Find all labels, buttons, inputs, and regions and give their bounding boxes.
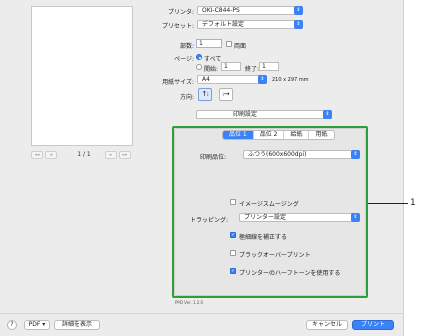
printer-select[interactable]: OKI-C844-PS ⇕ <box>197 6 303 15</box>
cancel-button[interactable]: キャンセル <box>306 320 348 330</box>
portrait-icon: ↑ᵢ <box>201 90 209 98</box>
preset-value: デフォルト設定 <box>202 21 245 28</box>
pages-range-radio[interactable] <box>196 64 202 70</box>
page-indicator: 1 / 1 <box>77 151 91 158</box>
pdf-menu-button[interactable]: PDF ▾ <box>24 320 50 330</box>
footer-divider <box>0 313 404 314</box>
preset-label: プリセット: <box>161 23 194 30</box>
pages-to-label: 終了: <box>245 66 260 73</box>
preview-pager: ◂◂ ◂ 1 / 1 ▸ ▸▸ <box>31 151 133 163</box>
callout-number: 1 <box>410 198 416 208</box>
pages-label: ページ: <box>174 56 194 63</box>
chevron-updown-icon: ⇕ <box>294 20 303 29</box>
next-page-button[interactable]: ▸ <box>105 151 117 159</box>
chevron-updown-icon: ⇕ <box>258 75 267 84</box>
print-dialog: ◂◂ ◂ 1 / 1 ▸ ▸▸ プリンタ: OKI-C844-PS ⇕ プリセッ… <box>0 0 404 336</box>
pages-from-field[interactable]: 1 <box>221 62 241 71</box>
pdf-label: PDF <box>28 321 41 328</box>
copies-label: 部数: <box>179 43 194 50</box>
first-page-button[interactable]: ◂◂ <box>31 151 43 159</box>
printer-label: プリンタ: <box>167 9 194 16</box>
paper-dimensions: 210 x 297 mm <box>272 77 309 83</box>
paper-size-label: 用紙サイズ: <box>162 79 194 86</box>
portrait-button[interactable]: ↑ᵢ <box>198 88 212 101</box>
landscape-button[interactable]: ᵢ→ <box>219 88 233 101</box>
section-select[interactable]: 印刷設定 ⇕ <box>196 110 332 119</box>
paper-size-select[interactable]: A4 ⇕ <box>197 75 267 84</box>
landscape-icon: ᵢ→ <box>222 90 230 98</box>
chevron-updown-icon: ⇕ <box>323 110 332 119</box>
pages-from-label: 開始: <box>204 66 219 73</box>
section-value: 印刷設定 <box>233 111 258 118</box>
help-button[interactable]: ? <box>7 320 17 330</box>
ppd-version: PPD Ver. 1.2.0 <box>175 300 204 305</box>
callout-line <box>368 203 408 204</box>
chevron-down-icon: ▾ <box>42 321 46 328</box>
pages-to-field[interactable]: 1 <box>259 62 279 71</box>
print-button[interactable]: プリント <box>352 320 394 330</box>
paper-size-value: A4 <box>202 76 210 83</box>
last-page-button[interactable]: ▸▸ <box>119 151 131 159</box>
chevron-updown-icon: ⇕ <box>294 6 303 15</box>
highlight-frame <box>172 126 368 298</box>
page-preview <box>31 6 133 146</box>
printer-value: OKI-C844-PS <box>202 7 240 14</box>
preset-select[interactable]: デフォルト設定 ⇕ <box>197 20 303 29</box>
copies-field[interactable]: 1 <box>196 39 222 48</box>
orientation-label: 方向: <box>179 94 194 101</box>
prev-page-button[interactable]: ◂ <box>45 151 57 159</box>
duplex-checkbox[interactable] <box>226 41 232 47</box>
pages-all-label: すべて <box>204 56 222 63</box>
pages-all-radio[interactable] <box>196 54 202 60</box>
show-details-button[interactable]: 詳細を表示 <box>54 320 100 330</box>
duplex-label: 両面 <box>234 43 247 50</box>
